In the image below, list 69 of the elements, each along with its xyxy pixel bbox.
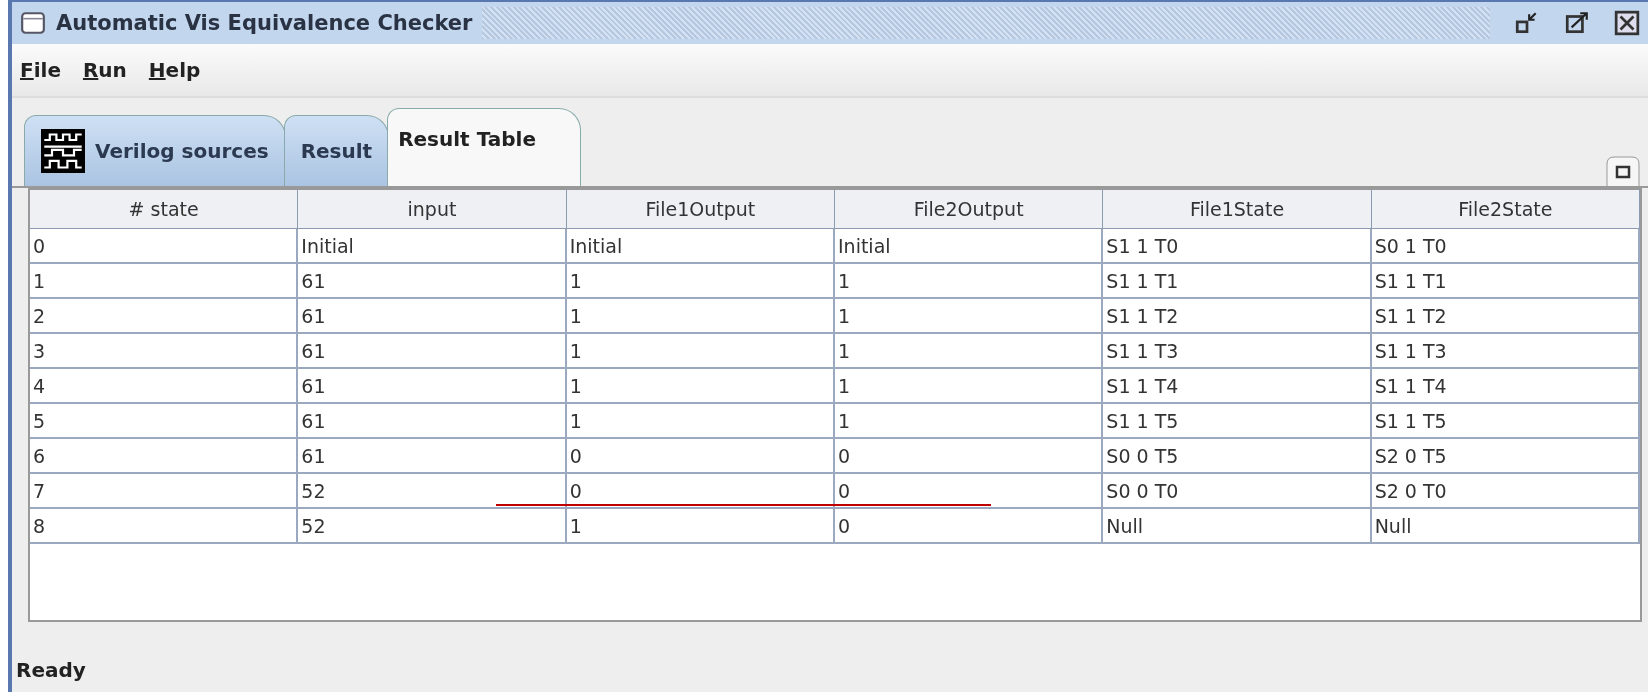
window-icon [20,10,46,36]
table-cell: 1 [835,404,1104,439]
status-text: Ready [15,657,87,684]
table-cell: 1 [566,404,835,439]
table-cell: S2 0 T0 [1371,474,1640,509]
table-cell: S0 0 T0 [1103,474,1372,509]
table-cell: S1 1 T1 [1371,264,1640,299]
table-cell: S1 1 T4 [1103,369,1372,404]
tab[interactable]: Verilog sources [24,115,286,186]
table-cell: Null [1103,509,1372,544]
table-cell: 61 [298,439,567,474]
table-cell: 1 [566,334,835,369]
table-cell: S1 1 T2 [1103,299,1372,334]
table-cell: 0 [835,509,1104,544]
table-cell: 61 [298,334,567,369]
table-cell: 1 [30,264,299,299]
table-cell: 5 [30,404,299,439]
column-header[interactable]: File1Output [566,190,835,229]
table-cell: Null [1371,509,1640,544]
table-cell: S1 1 T1 [1103,264,1372,299]
menu-item[interactable]: Help [148,58,201,82]
table-cell: S0 0 T5 [1103,439,1372,474]
column-header[interactable]: File2State [1371,190,1640,229]
table-cell: 61 [298,299,567,334]
column-header[interactable]: File1State [1103,190,1372,229]
table-cell: S1 1 T0 [1103,229,1372,264]
menu-item[interactable]: Run [82,58,127,82]
table-cell: 6 [30,439,299,474]
table-cell: 1 [566,369,835,404]
table-cell: S1 1 T2 [1371,299,1640,334]
table-cell: 0 [835,439,1104,474]
table-cell: 2 [30,299,299,334]
table-cell: Initial [566,229,835,264]
table-cell: 3 [30,334,299,369]
table-cell: 61 [298,264,567,299]
table-cell: 1 [835,264,1104,299]
table-cell: 4 [30,369,299,404]
menu-item[interactable]: File [20,58,61,82]
table-cell: S1 1 T3 [1371,334,1640,369]
column-header[interactable]: input [298,190,567,229]
table-cell: 8 [30,509,299,544]
table-cell: S1 1 T5 [1371,404,1640,439]
maximize-button[interactable] [1564,10,1590,36]
table-cell: 0 [30,229,299,264]
table-cell: Initial [298,229,567,264]
table-cell: S1 1 T4 [1371,369,1640,404]
table-cell: 7 [30,474,299,509]
table-cell: 1 [566,509,835,544]
table-cell: Initial [835,229,1104,264]
tab[interactable]: Result Table [387,108,581,186]
restore-panel-button[interactable] [1606,156,1640,186]
table-cell: 61 [298,404,567,439]
column-header[interactable]: # state [30,190,299,229]
window-title: Automatic Vis Equivalence Checker [56,11,473,35]
table-cell: 61 [298,369,567,404]
table-cell: 1 [835,299,1104,334]
table-cell: S0 1 T0 [1371,229,1640,264]
table-cell: S1 1 T5 [1103,404,1372,439]
table-cell: 52 [298,509,567,544]
close-button[interactable] [1614,10,1640,36]
table-cell: 1 [835,369,1104,404]
table-cell: S2 0 T5 [1371,439,1640,474]
table-cell: 1 [566,264,835,299]
table-cell: 1 [835,334,1104,369]
table-cell: 1 [566,299,835,334]
table-cell: 0 [566,439,835,474]
tab[interactable]: Result [283,115,390,186]
table-cell: S1 1 T3 [1103,334,1372,369]
column-header[interactable]: File2Output [835,190,1104,229]
